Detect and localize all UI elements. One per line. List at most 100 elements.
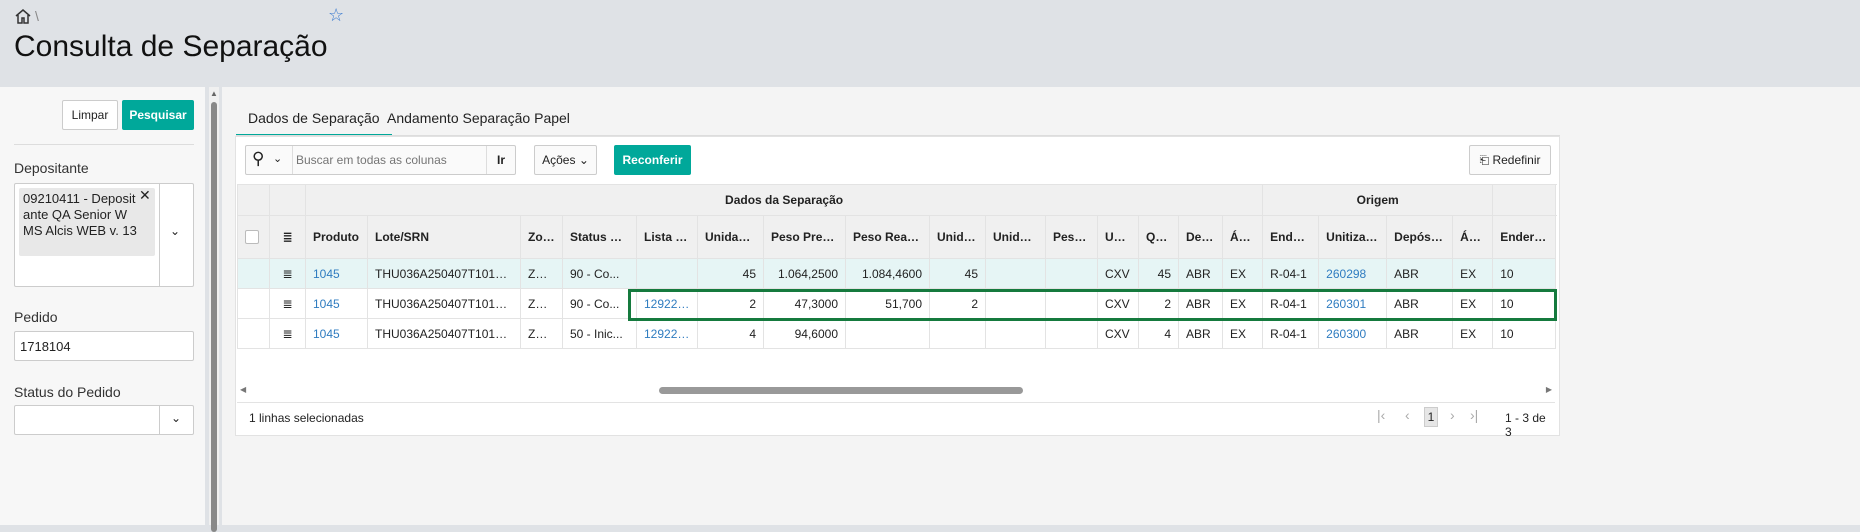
remove-chip-icon[interactable]: ✕ — [139, 187, 151, 204]
table-cell — [1045, 318, 1098, 349]
table-cell[interactable]: 1292248 — [636, 318, 698, 349]
table-cell: 94,6000 — [763, 318, 846, 349]
column-header[interactable]: Endereço — [1492, 215, 1557, 259]
column-header[interactable]: Unidades — [929, 215, 986, 259]
column-header[interactable]: Produto — [305, 215, 368, 259]
row-select-cell[interactable] — [237, 288, 270, 319]
table-cell: ZR ... — [520, 318, 563, 349]
current-page[interactable]: 1 — [1424, 407, 1438, 427]
group-header-destino — [1492, 184, 1557, 216]
first-page-icon[interactable]: |‹ — [1377, 407, 1385, 423]
column-header[interactable]: Depósito — [1386, 215, 1454, 259]
table-cell: ZR ... — [520, 258, 563, 289]
status-pedido-select[interactable]: ⌄ — [14, 405, 194, 435]
prev-page-icon[interactable]: ‹ — [1405, 407, 1410, 423]
table-cell — [845, 318, 930, 349]
last-page-icon[interactable]: ›| — [1470, 407, 1478, 423]
tab-dados-separacao[interactable]: Dados de Separação — [236, 110, 392, 137]
column-header[interactable]: Status da Separação — [562, 215, 637, 259]
reconferir-button[interactable]: Reconferir — [614, 145, 691, 175]
row-select-cell[interactable] — [237, 258, 270, 289]
table-cell: 1.064,2500 — [763, 258, 846, 289]
table-cell: R-04-1 — [1262, 258, 1320, 289]
table-cell: 50 - Inic... — [562, 318, 637, 349]
table-cell: ZR ... — [520, 288, 563, 319]
table-cell[interactable]: 1045 — [305, 318, 368, 349]
table-row[interactable]: ≣ 1045 THU036A250407T101712 ZR ... 50 - Inic… — [237, 318, 1557, 349]
breadcrumb-separator: \ — [35, 8, 39, 24]
actions-button[interactable]: Ações ⌄ — [534, 145, 597, 175]
clear-button[interactable]: Limpar — [62, 100, 118, 130]
row-menu-icon[interactable]: ≣ — [269, 288, 306, 319]
pedido-input[interactable]: 1718104 — [14, 331, 194, 361]
table-cell[interactable]: 1045 — [305, 288, 368, 319]
column-header[interactable]: Lote/SRN — [367, 215, 521, 259]
column-header[interactable]: Unidades P — [697, 215, 764, 259]
column-header[interactable]: Lista de Separação — [636, 215, 698, 259]
chevron-down-icon[interactable]: ⌄ — [273, 152, 282, 165]
table-cell: 45 — [1138, 258, 1179, 289]
search-icon[interactable]: ⚲ — [252, 149, 264, 169]
table-cell: THU036A250407T101712 — [367, 288, 521, 319]
group-header-origem: Origem — [1262, 184, 1494, 216]
table-cell: ABR — [1386, 318, 1454, 349]
column-header[interactable]: Peso Previsto. — [763, 215, 846, 259]
table-cell: EX — [1452, 258, 1494, 289]
column-header[interactable]: Endereço — [1262, 215, 1320, 259]
horizontal-scrollbar[interactable]: ◀ ▶ — [237, 385, 1555, 397]
table-cell: 10 — [1492, 258, 1557, 289]
column-header[interactable]: Área — [1452, 215, 1494, 259]
table-cell: ABR — [1178, 258, 1223, 289]
go-button[interactable]: Ir — [497, 153, 505, 167]
table-cell[interactable]: 260300 — [1318, 318, 1388, 349]
next-page-icon[interactable]: › — [1450, 407, 1455, 423]
row-menu-header: ≣ — [269, 215, 306, 259]
row-select-cell[interactable] — [237, 318, 270, 349]
depositante-label: Depositante — [14, 160, 89, 176]
tab-andamento-separacao-papel[interactable]: Andamento Separação Papel — [387, 110, 570, 126]
table-cell: 90 - Co... — [562, 288, 637, 319]
table-cell: 45 — [697, 258, 764, 289]
table-cell: 10 — [1492, 318, 1557, 349]
column-header[interactable]: Unidades — [985, 215, 1046, 259]
pedido-label: Pedido — [14, 309, 58, 325]
select-all-checkbox[interactable] — [237, 215, 270, 259]
row-menu-icon[interactable]: ≣ — [269, 318, 306, 349]
table-cell: R-04-1 — [1262, 318, 1320, 349]
table-cell: ABR — [1386, 258, 1454, 289]
table-cell[interactable]: 1045 — [305, 258, 368, 289]
table-cell: THU036A250407T101712 — [367, 318, 521, 349]
table-cell[interactable]: 260298 — [1318, 258, 1388, 289]
table-cell: EX — [1221, 318, 1264, 349]
home-icon[interactable] — [14, 8, 32, 24]
column-header[interactable]: Unidade — [1097, 215, 1139, 259]
sidebar-scrollbar[interactable]: ▲ — [209, 87, 219, 532]
chevron-down-icon[interactable]: ⌄ — [170, 224, 180, 238]
column-header[interactable]: Quant — [1138, 215, 1179, 259]
chevron-down-icon: ⌄ — [578, 153, 589, 167]
column-header[interactable]: Peso Con — [1045, 215, 1098, 259]
column-header[interactable]: Área — [1221, 215, 1264, 259]
selected-count: 1 linhas selecionadas — [249, 411, 364, 425]
table-cell[interactable] — [636, 258, 698, 289]
table-cell — [985, 318, 1046, 349]
row-menu-icon[interactable]: ≣ — [269, 258, 306, 289]
column-header[interactable]: Zona de — [520, 215, 563, 259]
column-header[interactable]: Depósito — [1178, 215, 1223, 259]
reset-button[interactable]: ⎗ Redefinir — [1469, 145, 1551, 175]
depositante-chip: 09210411 - Depositante QA Senior WMS Alc… — [19, 188, 155, 256]
table-cell — [1045, 258, 1098, 289]
table-row[interactable]: ≣ 1045 THU036A250407T101712 ZR ... 90 - Co..… — [237, 258, 1557, 289]
table-cell: 90 - Co... — [562, 258, 637, 289]
reset-icon: ⎗ — [1479, 152, 1490, 167]
search-button[interactable]: Pesquisar — [122, 100, 194, 130]
status-pedido-label: Status do Pedido — [14, 384, 121, 400]
column-header[interactable]: Unitizador — [1318, 215, 1388, 259]
menu-header-blank — [269, 184, 306, 216]
column-header[interactable]: Peso Realizado — [845, 215, 930, 259]
search-input[interactable] — [296, 150, 482, 170]
search-bar: ⚲ ⌄ Ir — [245, 145, 516, 175]
star-icon[interactable]: ☆ — [328, 5, 344, 26]
depositante-select[interactable]: 09210411 - Depositante QA Senior WMS Alc… — [14, 183, 194, 287]
table-cell: ABR — [1178, 318, 1223, 349]
